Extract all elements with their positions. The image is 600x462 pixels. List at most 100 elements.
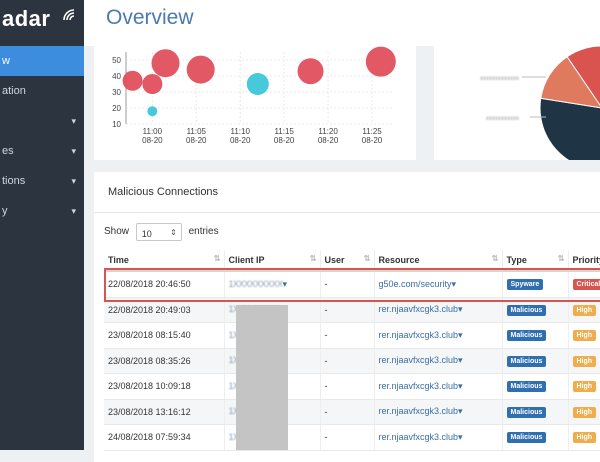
column-header-label: User	[325, 255, 345, 265]
user-cell: -	[325, 432, 328, 442]
table-row[interactable]: 23/08/2018 10:09:181XXXXXXXXX▾-rer.njaav…	[104, 374, 600, 400]
client-ip-cell[interactable]: 1XXXXXXXXX	[229, 279, 283, 289]
x-tick-time: 11:20	[318, 127, 338, 136]
dropdown-caret-icon[interactable]: ▾	[458, 406, 463, 416]
dropdown-caret-icon[interactable]: ▾	[458, 381, 463, 391]
bubble-point[interactable]	[298, 58, 324, 84]
x-tick-date: 08-20	[186, 136, 207, 145]
sidebar-item-3[interactable]: es▾	[0, 136, 84, 166]
priority-badge: High	[573, 305, 597, 316]
sort-icon: ⇅	[214, 254, 221, 263]
sidebar-item-label: tions	[2, 175, 25, 187]
sidebar-item-2[interactable]: ▾	[0, 106, 84, 136]
sidebar-item-label: ation	[2, 85, 26, 97]
type-badge: Malicious	[507, 381, 547, 392]
column-header-label: Priority	[573, 255, 600, 265]
dropdown-caret-icon[interactable]: ▾	[452, 279, 457, 289]
resource-link[interactable]: rer.njaavfxcgk3.club	[379, 381, 459, 391]
column-header-label: Type	[507, 255, 527, 265]
x-tick-date: 08-20	[142, 136, 163, 145]
user-cell: -	[325, 279, 328, 289]
bubble-point[interactable]	[247, 73, 269, 95]
resource-link[interactable]: rer.njaavfxcgk3.club	[379, 406, 459, 416]
user-cell: -	[325, 305, 328, 315]
bubble-point[interactable]	[152, 49, 180, 77]
priority-badge: High	[573, 381, 597, 392]
pie-chart: xxxxxxxxxxxxxxxxxxxxxxxx	[434, 46, 600, 160]
x-tick-date: 08-20	[362, 136, 383, 145]
table-row[interactable]: 23/08/2018 08:15:401XXXXXXXXX▾-rer.njaav…	[104, 323, 600, 349]
y-tick-label: 10	[112, 120, 121, 129]
x-tick-date: 08-20	[230, 136, 251, 145]
column-header-time[interactable]: Time⇅	[104, 250, 224, 271]
pie-label: xxxxxxxxxxxxx	[480, 76, 519, 82]
resource-link[interactable]: rer.njaavfxcgk3.club	[379, 432, 459, 442]
type-badge: Spyware	[507, 279, 544, 290]
table-row[interactable]: 23/08/2018 13:16:121XXXXXXXXX▾-rer.njaav…	[104, 399, 600, 425]
type-badge: Malicious	[507, 432, 547, 443]
dropdown-caret-icon[interactable]: ▾	[458, 304, 463, 314]
x-tick-date: 08-20	[318, 136, 339, 145]
y-tick-label: 30	[112, 88, 121, 97]
main-content: Overview 102030405011:0008-2011:0508-201…	[84, 0, 600, 450]
resource-link[interactable]: g50e.com/security	[379, 279, 452, 289]
sort-icon: ⇅	[558, 254, 565, 263]
time-cell: 24/08/2018 07:59:34	[108, 432, 191, 442]
column-header-priority[interactable]: Priority	[568, 250, 600, 271]
bubble-point[interactable]	[123, 71, 143, 91]
sidebar-item-0[interactable]: w	[0, 46, 84, 76]
column-header-type[interactable]: Type ⇅	[502, 250, 568, 271]
column-header-user[interactable]: User⇅	[320, 250, 374, 271]
entries-value: 10	[142, 225, 152, 243]
show-label: Show	[104, 222, 129, 242]
column-header-label: Resource	[379, 255, 420, 265]
brand-logo-text: adar	[2, 6, 50, 32]
dropdown-caret-icon[interactable]: ▾	[283, 279, 288, 289]
user-cell: -	[325, 381, 328, 391]
page-title: Overview	[106, 6, 194, 30]
page-header: Overview	[84, 0, 600, 46]
type-badge: Malicious	[507, 356, 547, 367]
dropdown-caret-icon[interactable]: ▾	[458, 330, 463, 340]
resource-link[interactable]: rer.njaavfxcgk3.club	[379, 355, 459, 365]
time-cell: 22/08/2018 20:46:50	[108, 279, 191, 289]
sidebar-item-4[interactable]: tions ▾	[0, 166, 84, 196]
table-row[interactable]: 22/08/2018 20:49:031XXXXXXXXX▾-rer.njaav…	[104, 297, 600, 323]
dropdown-caret-icon[interactable]: ▾	[458, 432, 463, 442]
card-divider	[94, 212, 600, 213]
table-row[interactable]: 24/08/2018 07:59:341XXXXXXXXX▾-rer.njaav…	[104, 425, 600, 451]
sidebar-item-1[interactable]: ation	[0, 76, 84, 106]
bubble-point[interactable]	[187, 56, 215, 84]
pie-chart-card: xxxxxxxxxxxxxxxxxxxxxxxx	[434, 46, 600, 160]
bubble-point[interactable]	[147, 106, 157, 116]
connections-table: Time⇅Client IP⇅User⇅Resource⇅Type⇅Priori…	[104, 250, 600, 451]
type-badge: Malicious	[507, 407, 547, 418]
bubble-point[interactable]	[366, 47, 396, 77]
chevron-down-icon: ▾	[71, 166, 76, 196]
signal-icon	[62, 8, 76, 22]
table-row[interactable]: 23/08/2018 08:35:261XXXXXXXXX▾-rer.njaav…	[104, 348, 600, 374]
column-header-client-ip[interactable]: Client IP⇅	[224, 250, 320, 271]
bubble-point[interactable]	[142, 74, 162, 94]
time-cell: 22/08/2018 20:49:03	[108, 305, 191, 315]
sidebar-item-label: y	[2, 205, 8, 217]
y-tick-label: 20	[112, 104, 121, 113]
column-header-resource[interactable]: Resource ⇅	[374, 250, 502, 271]
sidebar-item-5[interactable]: y▾	[0, 196, 84, 226]
redaction-block	[236, 305, 288, 450]
pie-label: xxxxxxxxxxx	[486, 116, 519, 122]
table-row[interactable]: 22/08/2018 20:46:501XXXXXXXXX▾-g50e.com/…	[104, 271, 600, 297]
pie-slice[interactable]	[540, 98, 600, 160]
entries-length-control: Show 10⇕ entries	[104, 222, 219, 242]
user-cell: -	[325, 407, 328, 417]
entries-select[interactable]: 10⇕	[136, 223, 182, 241]
x-tick-time: 11:25	[362, 127, 382, 136]
resource-link[interactable]: rer.njaavfxcgk3.club	[379, 304, 459, 314]
time-cell: 23/08/2018 10:09:18	[108, 381, 191, 391]
brand[interactable]: adar	[0, 0, 84, 40]
resource-link[interactable]: rer.njaavfxcgk3.club	[379, 330, 459, 340]
dropdown-caret-icon[interactable]: ▾	[458, 355, 463, 365]
sort-icon: ⇅	[492, 254, 499, 263]
y-tick-label: 40	[112, 72, 121, 81]
column-header-label: Client IP	[229, 255, 265, 265]
